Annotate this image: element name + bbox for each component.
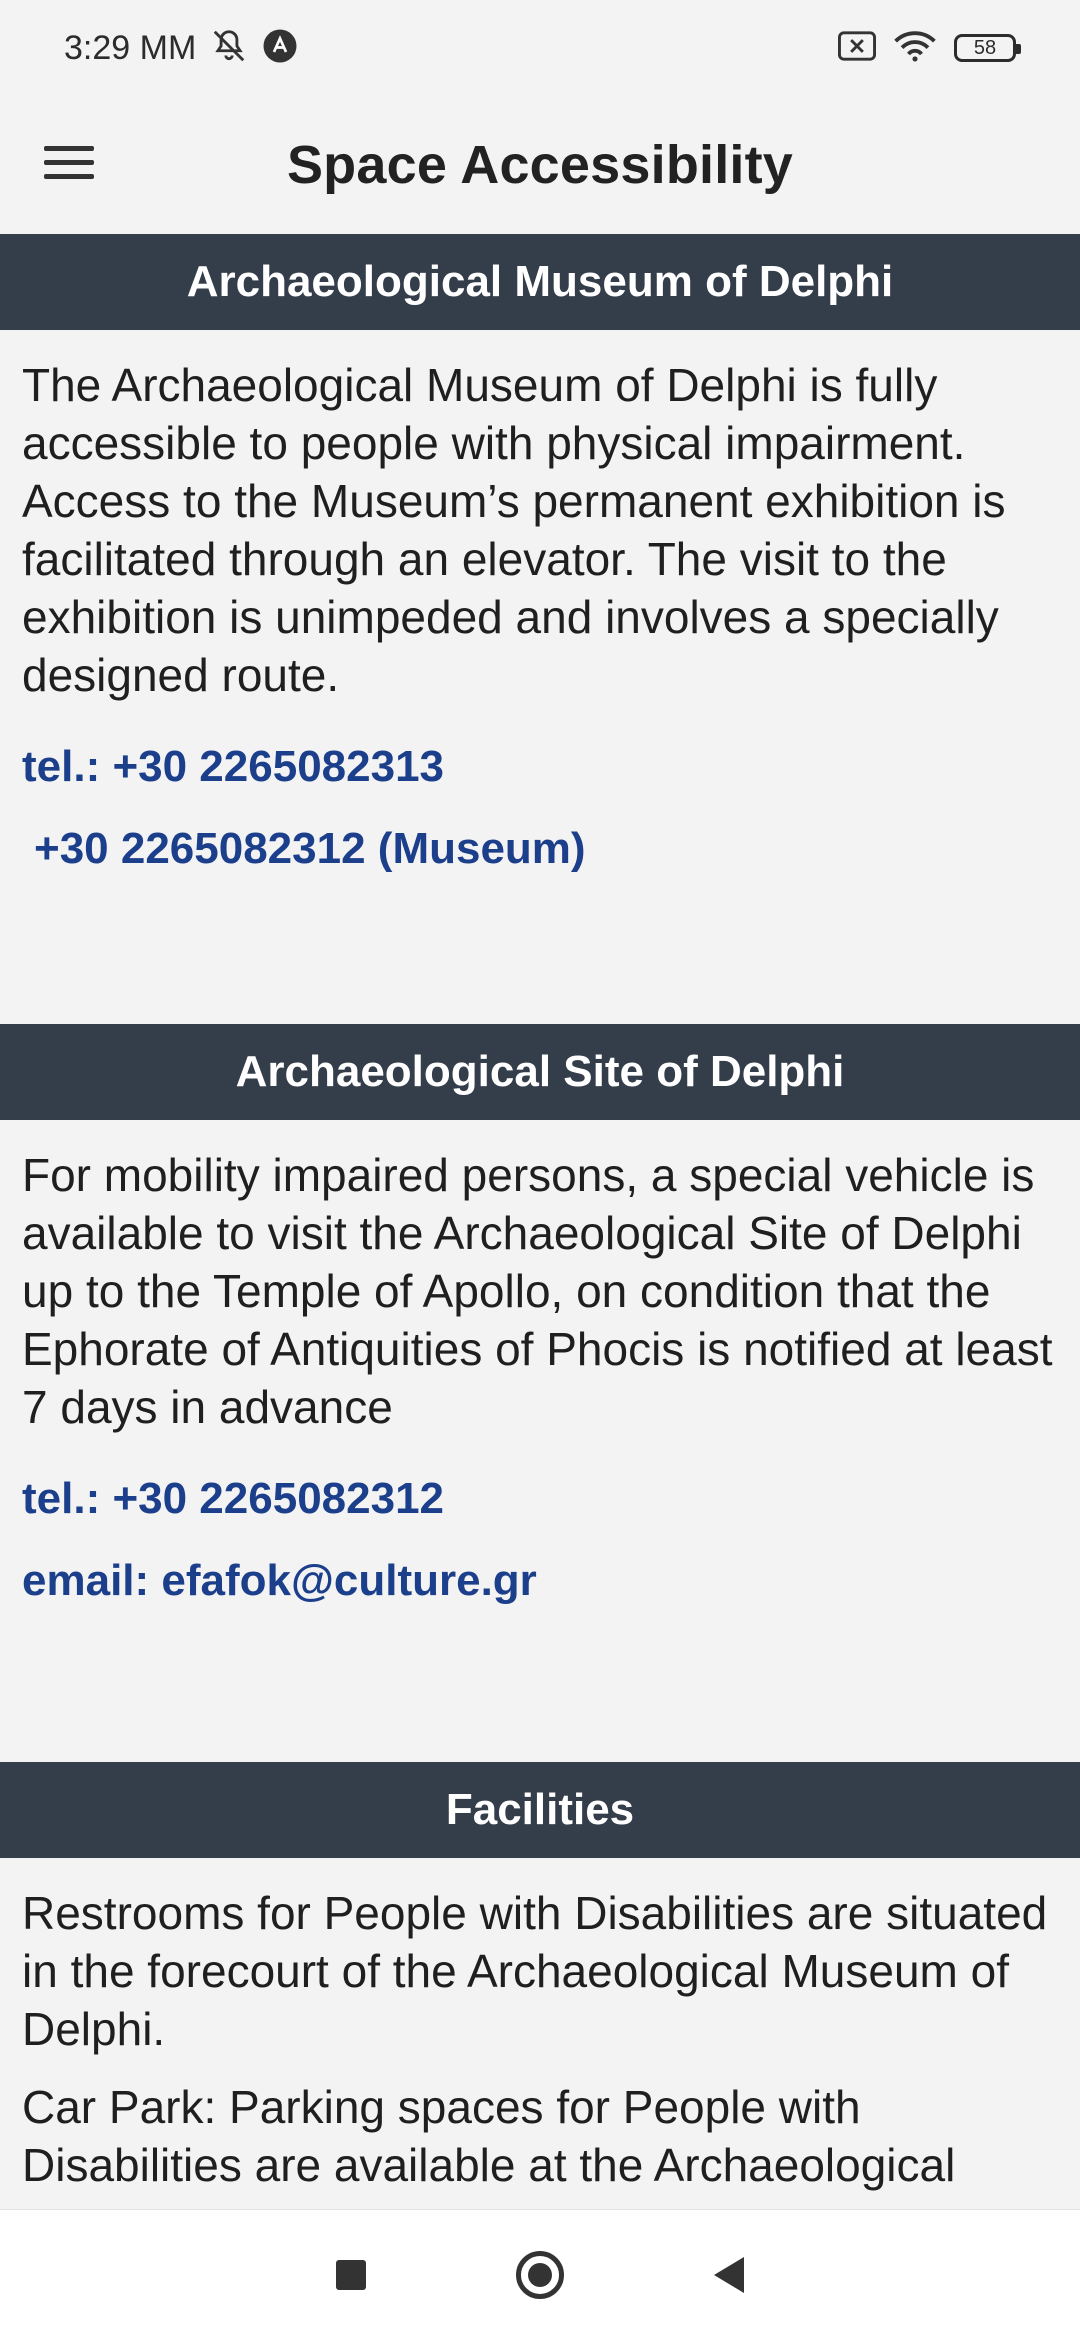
section-museum: Archaeological Museum of Delphi The Arch…	[0, 234, 1080, 874]
hamburger-menu-icon[interactable]	[44, 134, 100, 190]
status-right: 58	[838, 29, 1021, 68]
recent-apps-icon[interactable]	[336, 2260, 366, 2290]
status-left: 3:29 MM	[64, 27, 298, 70]
sim-x-icon	[838, 30, 876, 66]
section-body-site: For mobility impaired persons, a special…	[0, 1120, 1080, 1606]
status-bar: 3:29 MM 58	[0, 0, 1080, 96]
section-body-facilities: Restrooms for People with Disabilities a…	[0, 1858, 1080, 2194]
section-header-site: Archaeological Site of Delphi	[0, 1024, 1080, 1120]
site-email-link[interactable]: email: efafok@culture.gr	[22, 1556, 1058, 1606]
facilities-restrooms: Restrooms for People with Disabilities a…	[22, 1887, 1048, 2055]
site-phone-link[interactable]: tel.: +30 2265082312	[22, 1474, 1058, 1524]
battery-level: 58	[973, 36, 997, 59]
back-icon[interactable]	[714, 2257, 744, 2293]
wifi-icon	[894, 29, 936, 68]
museum-phone-link[interactable]: tel.: +30 2265082313	[22, 742, 1058, 792]
bell-muted-icon	[210, 27, 248, 70]
section-body-museum: The Archaeological Museum of Delphi is f…	[0, 330, 1080, 874]
home-icon[interactable]	[516, 2251, 564, 2299]
site-description: For mobility impaired persons, a special…	[22, 1149, 1053, 1433]
app-a-icon	[262, 28, 298, 69]
museum-phone-link-2[interactable]: +30 2265082312 (Museum)	[22, 824, 1058, 874]
section-header-facilities: Facilities	[0, 1762, 1080, 1858]
page-title: Space Accessibility	[286, 135, 794, 195]
section-header-museum: Archaeological Museum of Delphi	[0, 234, 1080, 330]
museum-description: The Archaeological Museum of Delphi is f…	[22, 359, 1006, 701]
status-time: 3:29 MM	[64, 28, 197, 67]
app-bar: Space Accessibility	[0, 96, 1080, 234]
section-facilities: Facilities Restrooms for People with Dis…	[0, 1762, 1080, 2194]
section-site: Archaeological Site of Delphi For mobili…	[0, 1024, 1080, 1606]
system-nav-bar	[0, 2209, 1080, 2340]
battery-icon: 58	[954, 34, 1021, 62]
facilities-car-park: Car Park: Parking spaces for People with…	[22, 2081, 956, 2191]
content-scroll[interactable]: Archaeological Museum of Delphi The Arch…	[0, 234, 1080, 2210]
